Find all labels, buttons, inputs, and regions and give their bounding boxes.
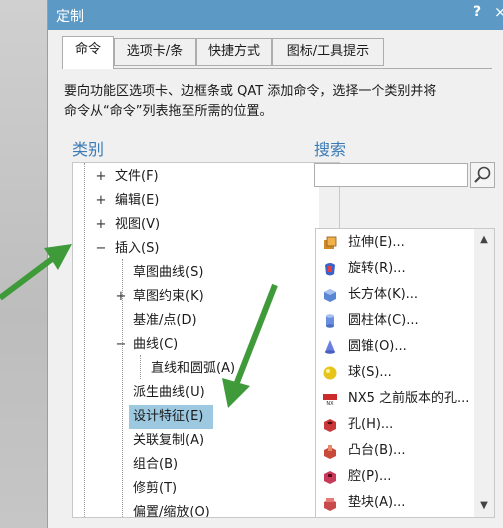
tree-item-label: 关联复制(A) [133,433,205,448]
item-nx5-hole[interactable]: NX NX5 之前版本的孔... [316,386,476,412]
tree-item-label: 编辑(E) [115,193,160,208]
instructions-line-2: 命令从“命令”列表拖至所需的位置。 [64,104,273,119]
sphere-icon [323,366,337,380]
item-cone[interactable]: 圆锥(O)... [316,334,476,360]
tree-item-label: 插入(S) [115,241,160,256]
tree-item-design-feature[interactable]: 设计特征(E) [73,405,319,429]
tree-item-trim[interactable]: 修剪(T) [73,477,319,501]
item-block[interactable]: 长方体(K)... [316,282,476,308]
item-cylinder[interactable]: 圆柱体(C)... [316,308,476,334]
hole-icon [324,419,336,432]
tree-item-offset-scale[interactable]: 偏置/缩放(O) [73,501,319,518]
boss-icon [324,445,336,459]
tree-item-label: 修剪(T) [133,481,178,496]
extrude-icon [324,236,337,249]
tab-divider [62,68,492,69]
scroll-down-icon[interactable]: ▼ [474,497,494,515]
tree-item-label: 草图约束(K) [133,289,204,304]
tree-item-label: 基准/点(D) [133,313,197,328]
pocket-icon [324,471,336,484]
item-label: 腔(P)... [348,469,392,484]
tree-item-label: 设计特征(E) [129,405,214,429]
scroll-up-icon[interactable]: ▲ [474,231,494,249]
item-label: 长方体(K)... [348,287,419,302]
item-revolve[interactable]: 旋转(R)... [316,256,476,282]
search-button[interactable] [470,162,495,188]
revolve-icon [325,263,335,276]
item-label: NX5 之前版本的孔... [348,391,470,406]
close-button[interactable]: × [494,3,503,21]
item-pocket[interactable]: 腔(P)... [316,464,476,490]
item-label: 垫块(A)... [348,495,406,510]
help-button[interactable]: ? [473,4,481,20]
magnifier-icon [474,166,491,183]
expand-icon[interactable]: + [95,213,107,237]
tree-item-sketch-curve[interactable]: 草图曲线(S) [73,261,319,285]
pad-icon [324,498,336,511]
tab-commands[interactable]: 命令 [62,36,114,69]
tree-item-label: 文件(F) [115,169,159,184]
tree-item-line-arc[interactable]: 直线和圆弧(A) [73,357,319,381]
tree-item-label: 派生曲线(U) [133,385,205,400]
tree-item-combine[interactable]: 组合(B) [73,453,319,477]
nx5-hole-icon: NX [323,394,337,407]
tree-item-sketch-constraint[interactable]: + 草图约束(K) [73,285,319,309]
item-label: 圆柱体(C)... [348,313,419,328]
item-label: 拉伸(E)... [348,235,405,250]
item-hole[interactable]: 孔(H)... [316,412,476,438]
item-extrude[interactable]: 拉伸(E)... [316,230,476,256]
item-boss[interactable]: 凸台(B)... [316,438,476,464]
tree-item-label: 曲线(C) [133,337,179,352]
item-label: 球(S)... [348,365,392,380]
command-item-list[interactable]: 拉伸(E)... 旋转(R)... 长方体(K)... 圆柱体(C)... 圆锥… [315,228,495,518]
window-title: 定制 [56,9,84,25]
tree-item-curve[interactable]: − 曲线(C) [73,333,319,357]
item-label: 凸台(B)... [348,443,406,458]
title-bar: 定制 ? × [48,0,503,30]
expand-icon[interactable]: + [95,189,107,213]
background-window [0,0,48,528]
cone-icon [325,340,335,354]
tree-item-associative-copy[interactable]: 关联复制(A) [73,429,319,453]
item-label: 旋转(R)... [348,261,406,276]
tab-strip: 命令 选项卡/条 快捷方式 图标/工具提示 [62,36,492,69]
categories-title: 类别 [72,140,105,159]
tree-item-label: 组合(B) [133,457,179,472]
item-pad[interactable]: 垫块(A)... [316,490,476,516]
tree-item-label: 草图曲线(S) [133,265,204,280]
tree-item-label: 直线和圆弧(A) [151,361,236,376]
items-scrollbar[interactable]: ▲ ▼ [474,229,494,517]
tab-icons-tooltips[interactable]: 图标/工具提示 [272,38,384,66]
search-title: 搜索 [314,140,347,159]
tree-item-file[interactable]: + 文件(F) [73,165,319,189]
collapse-icon[interactable]: − [115,333,127,357]
instructions-text: 要向功能区选项卡、边框条或 QAT 添加命令，选择一个类别并将 命令从“命令”列… [64,82,494,122]
instructions-line-1: 要向功能区选项卡、边框条或 QAT 添加命令，选择一个类别并将 [64,84,437,99]
tab-shortcuts[interactable]: 快捷方式 [196,38,272,66]
tree-item-edit[interactable]: + 编辑(E) [73,189,319,213]
tree-item-label: 偏置/缩放(O) [133,505,210,518]
svg-text:NX: NX [326,401,334,407]
category-tree[interactable]: + 文件(F) + 编辑(E) + 视图(V) − 插入(S) 草图曲线(S) … [72,162,340,518]
cylinder-icon [326,314,334,328]
customize-dialog: 定制 ? × 命令 选项卡/条 快捷方式 图标/工具提示 要向功能区选项卡、边框… [47,0,503,528]
tab-ribbon-bars[interactable]: 选项卡/条 [114,38,196,66]
tree-item-datum-point[interactable]: 基准/点(D) [73,309,319,333]
tree-item-view[interactable]: + 视图(V) [73,213,319,237]
block-icon [324,289,336,302]
item-label: 圆锥(O)... [348,339,407,354]
item-sphere[interactable]: 球(S)... [316,360,476,386]
collapse-icon[interactable]: − [95,237,107,261]
search-input[interactable] [314,163,468,187]
tree-item-label: 视图(V) [115,217,161,232]
expand-icon[interactable]: + [95,165,107,189]
item-label: 孔(H)... [348,417,394,432]
tree-item-insert[interactable]: − 插入(S) [73,237,319,261]
tree-item-derived-curve[interactable]: 派生曲线(U) [73,381,319,405]
expand-icon[interactable]: + [115,285,127,309]
